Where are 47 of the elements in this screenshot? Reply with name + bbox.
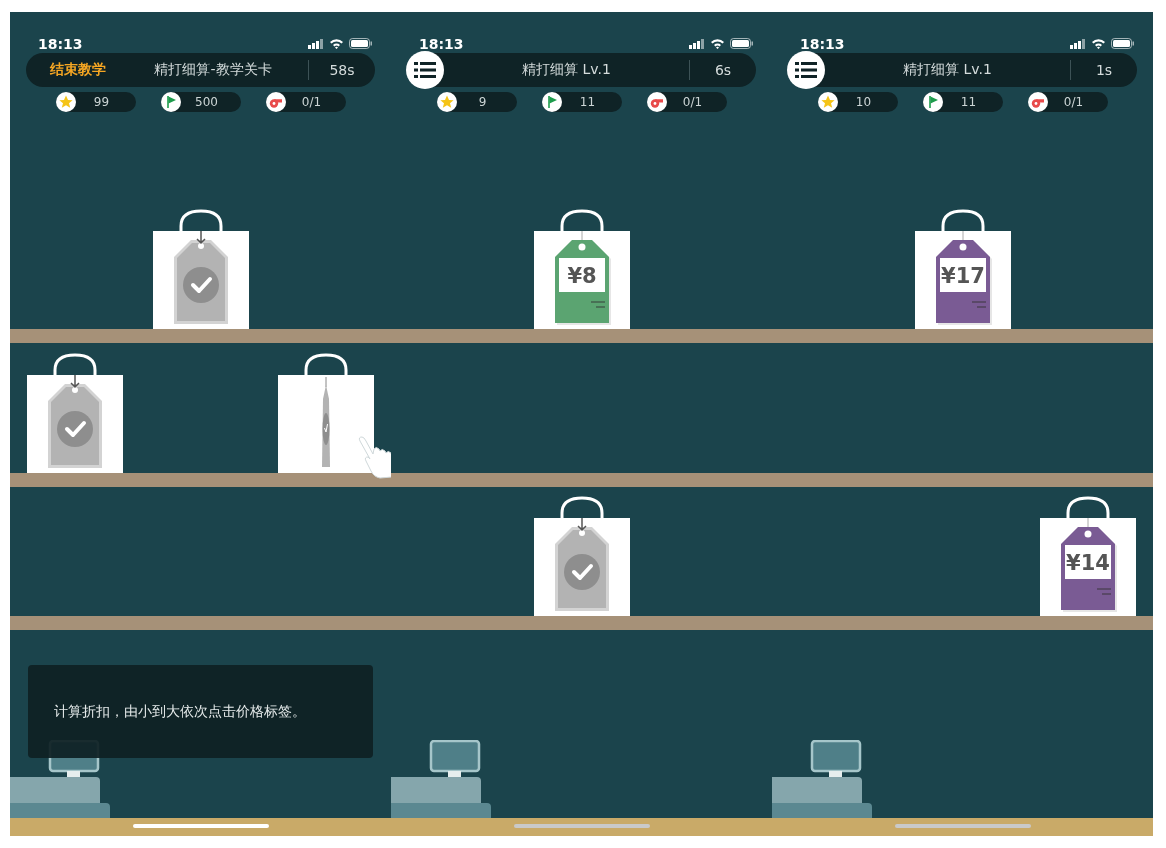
price-label: ¥8	[566, 264, 597, 288]
status-time: 18:13	[800, 36, 845, 53]
signal-icon	[689, 38, 705, 49]
pointing-hand-icon	[356, 435, 391, 479]
stat-value: 10	[854, 95, 873, 109]
menu-button[interactable]	[787, 51, 825, 89]
tutorial-tooltip: 计算折扣，由小到大依次点击价格标签。	[28, 665, 373, 758]
stat-value: 9	[477, 95, 488, 109]
menu-icon	[414, 62, 436, 78]
stat-value: 0/1	[681, 95, 704, 109]
level-title: 精打细算-教学关卡	[153, 61, 273, 79]
whistle-icon	[646, 92, 667, 112]
price-label: ¥17	[940, 264, 985, 288]
whistle-icon	[265, 92, 286, 112]
price-label: ¥14	[1066, 551, 1110, 575]
countdown-timer: 58s	[328, 62, 356, 78]
battery-icon	[349, 38, 373, 49]
countdown-timer: 6s	[713, 62, 733, 78]
battery-icon	[1111, 38, 1135, 49]
signal-icon	[308, 38, 324, 49]
battery-icon	[730, 38, 754, 49]
wifi-icon	[710, 38, 725, 49]
stat-value: 11	[578, 95, 597, 109]
flag-icon	[541, 92, 562, 112]
whistle-icon	[1027, 92, 1048, 112]
level-title: 精打细算 Lv.1	[521, 61, 612, 79]
shopping-bag[interactable]	[278, 353, 374, 473]
flag-icon	[922, 92, 943, 112]
wifi-icon	[329, 38, 344, 49]
stat-value: 99	[92, 95, 111, 109]
price-tag[interactable]	[554, 230, 611, 325]
signal-icon	[1070, 38, 1086, 49]
menu-icon	[795, 62, 817, 78]
stat-value: 11	[959, 95, 978, 109]
stat-value: 0/1	[1062, 95, 1085, 109]
end-tutorial-button[interactable]: 结束教学	[26, 61, 118, 79]
stat-value: 0/1	[300, 95, 323, 109]
price-tag[interactable]	[935, 230, 992, 325]
flag-icon	[160, 92, 181, 112]
status-time: 18:13	[38, 36, 83, 53]
menu-button[interactable]	[406, 51, 444, 89]
stat-value: 500	[194, 95, 219, 109]
price-tag[interactable]	[1061, 517, 1117, 612]
countdown-timer: 1s	[1094, 62, 1114, 78]
wifi-icon	[1091, 38, 1106, 49]
level-title: 精打细算 Lv.1	[902, 61, 993, 79]
status-time: 18:13	[419, 36, 464, 53]
